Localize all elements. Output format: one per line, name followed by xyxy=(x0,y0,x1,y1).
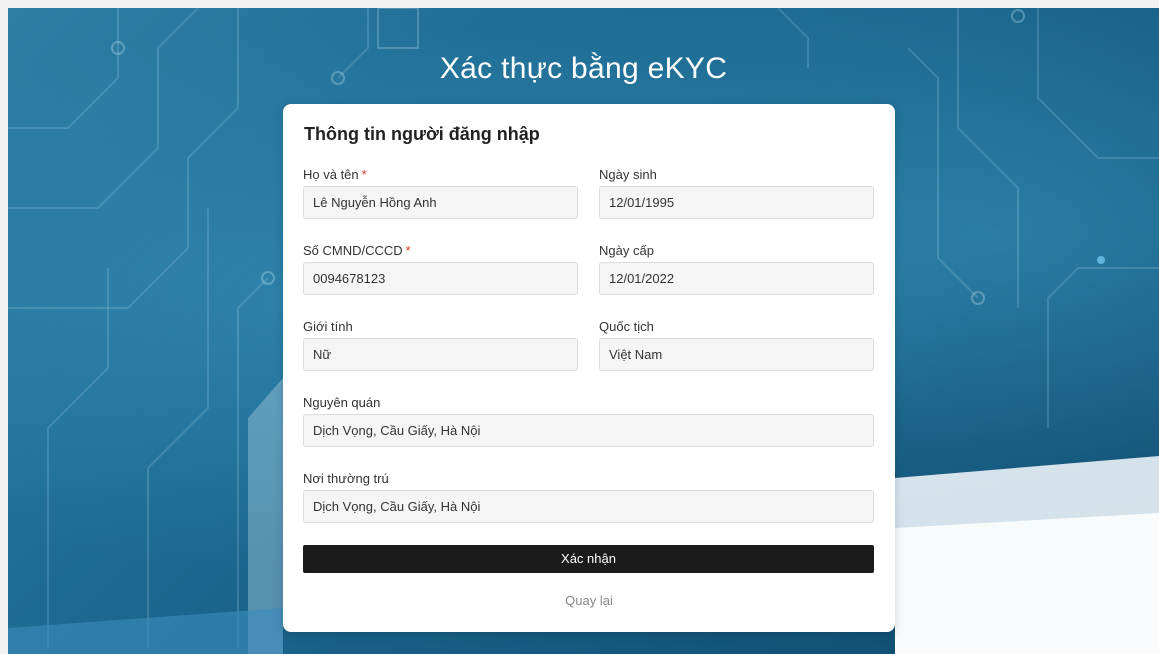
nationality-field[interactable]: Việt Nam xyxy=(599,338,874,371)
issue-date-field[interactable]: 12/01/2022 xyxy=(599,262,874,295)
background: Xác thực bằng eKYC Thông tin người đăng … xyxy=(8,8,1159,654)
id-number-label: Số CMND/CCCD * xyxy=(303,243,411,258)
required-mark: * xyxy=(405,243,411,258)
gender-label: Giới tính xyxy=(303,319,353,334)
confirm-button[interactable]: Xác nhận xyxy=(303,545,874,573)
gender-field[interactable]: Nữ xyxy=(303,338,578,371)
full-name-field[interactable]: Lê Nguyễn Hồng Anh xyxy=(303,186,578,219)
residence-label: Nơi thường trú xyxy=(303,471,389,486)
residence-field[interactable]: Dịch Vọng, Cầu Giấy, Hà Nội xyxy=(303,490,874,523)
page-title: Xác thực bằng eKYC xyxy=(439,52,728,85)
dob-label: Ngày sinh xyxy=(599,167,657,182)
hometown-label: Nguyên quán xyxy=(303,395,381,410)
nationality-label: Quốc tịch xyxy=(599,319,654,334)
card-title: Thông tin người đăng nhập xyxy=(304,124,540,144)
hometown-field[interactable]: Dịch Vọng, Cầu Giấy, Hà Nội xyxy=(303,414,874,447)
issue-date-label: Ngày cấp xyxy=(599,243,654,258)
back-link[interactable]: Quay lại xyxy=(283,593,895,608)
full-name-label: Họ và tên * xyxy=(303,167,367,182)
login-info-card: Thông tin người đăng nhập Họ và tên * Lê … xyxy=(283,104,895,632)
required-mark: * xyxy=(361,167,367,182)
id-number-field[interactable]: 0094678123 xyxy=(303,262,578,295)
dob-field[interactable]: 12/01/1995 xyxy=(599,186,874,219)
